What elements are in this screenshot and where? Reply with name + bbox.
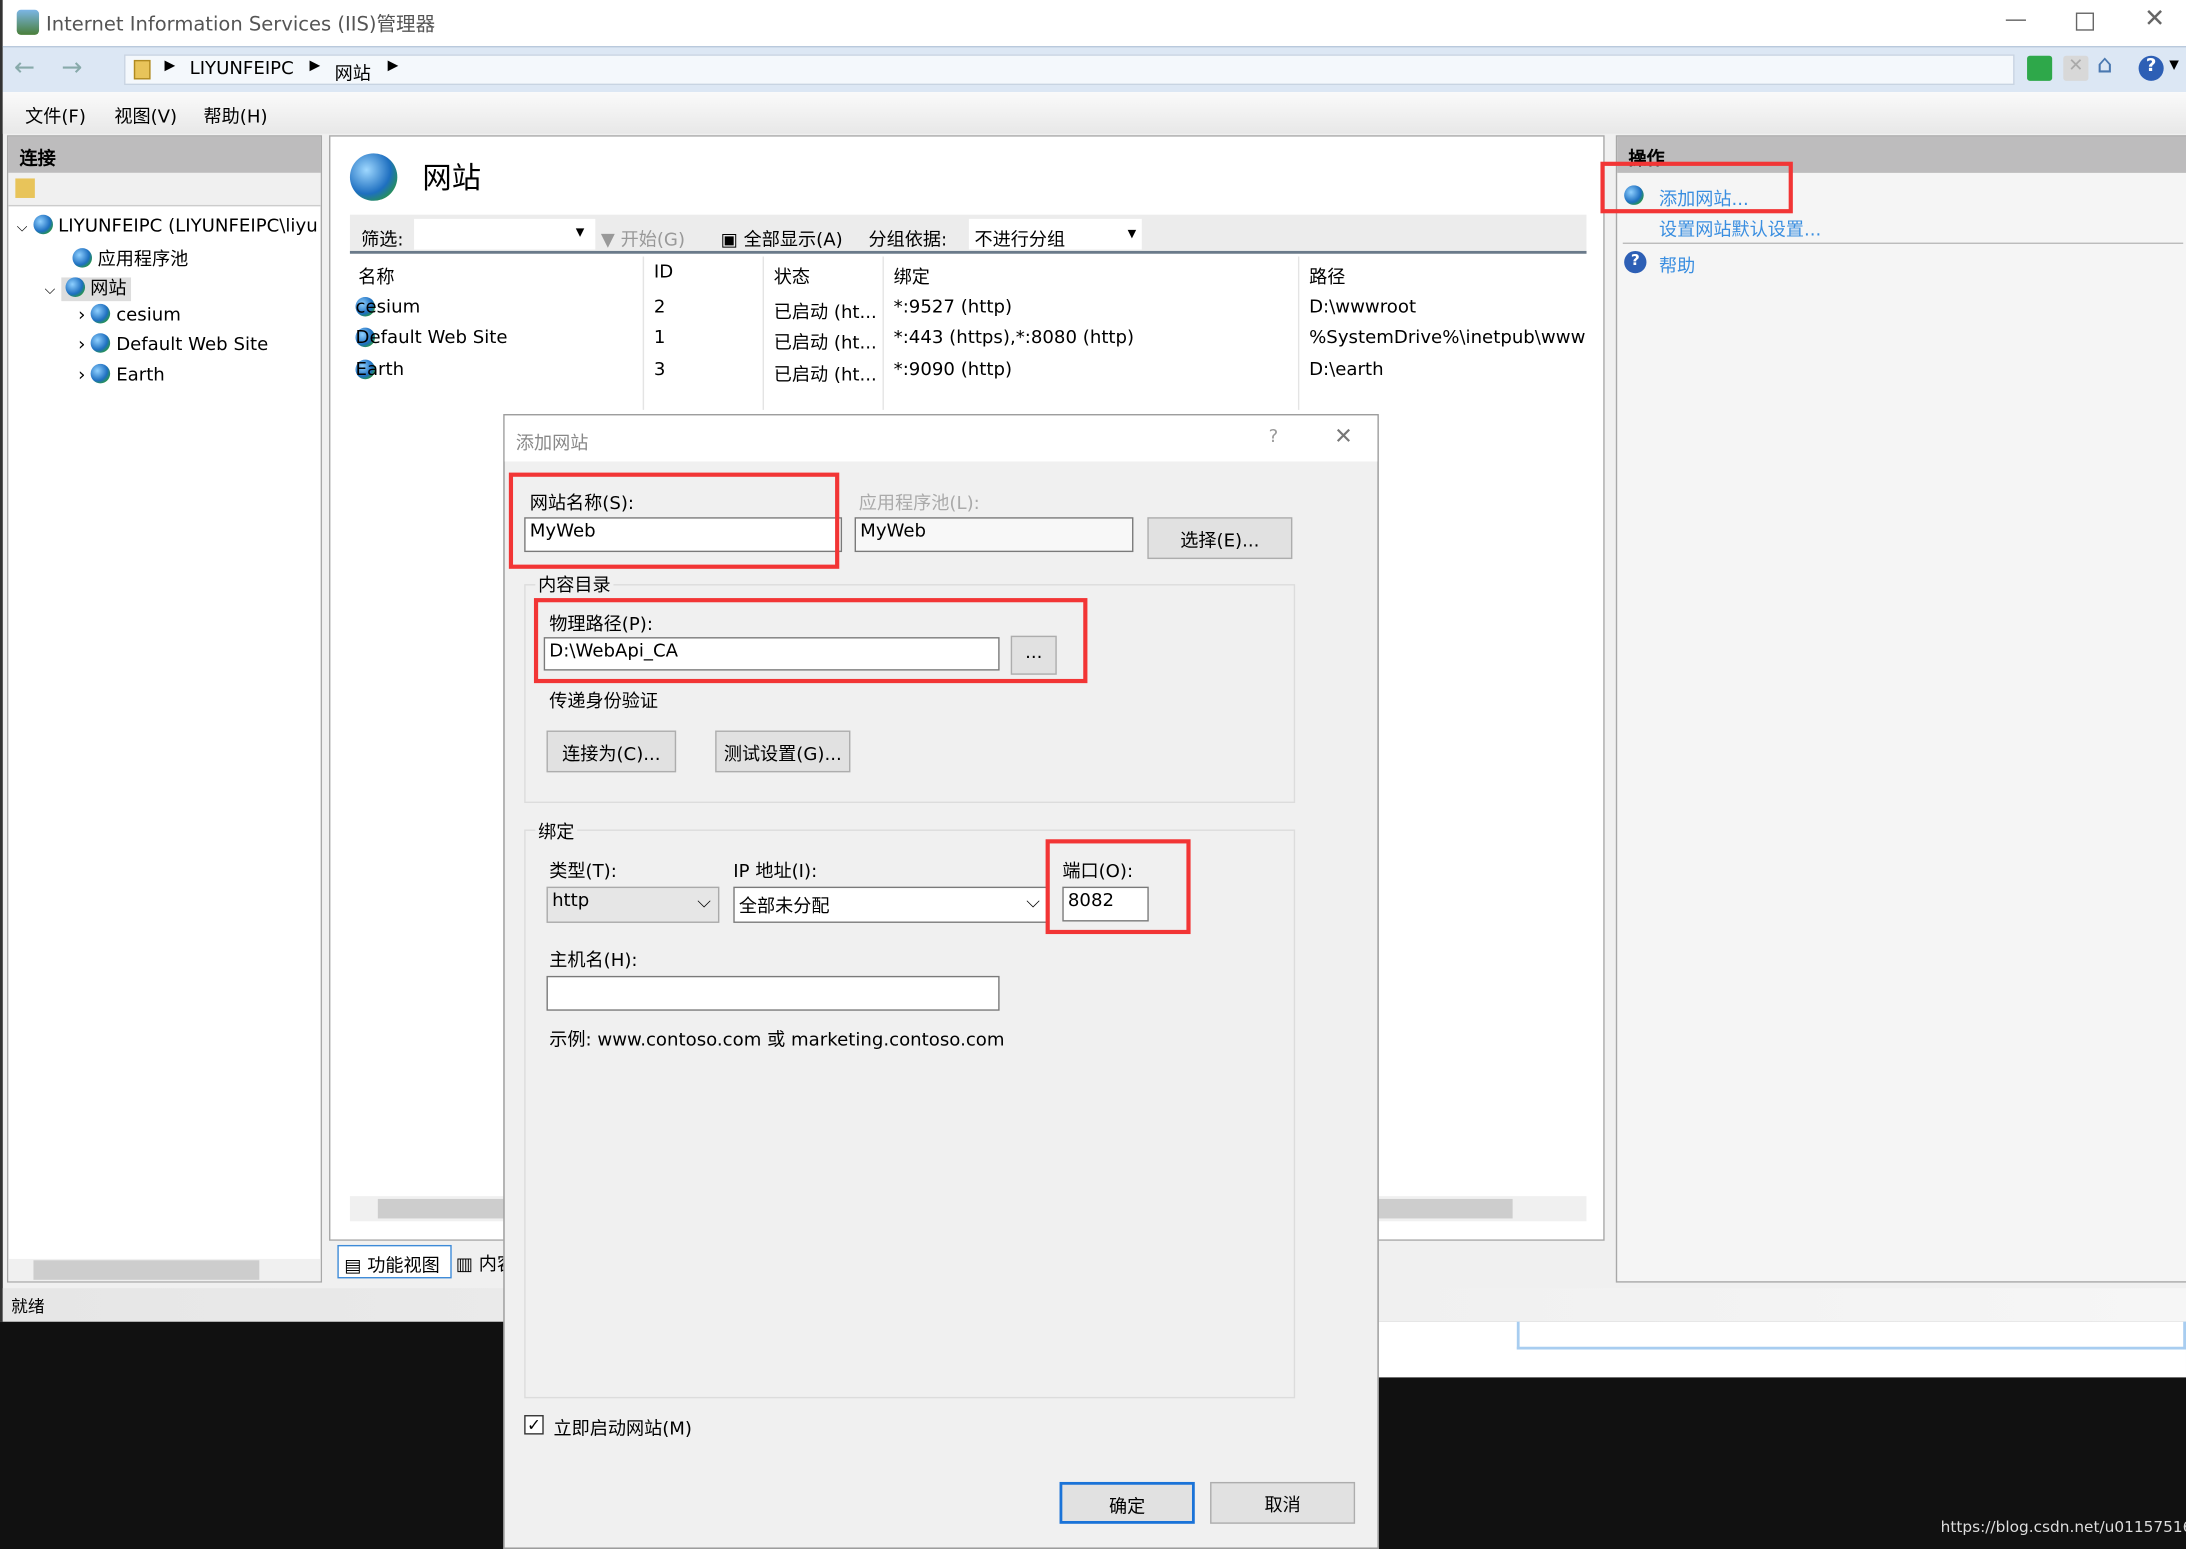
app-pool-label: 应用程序池(L):	[858, 493, 980, 515]
actions-panel: 操作 添加网站... 设置网站默认设置... ? 帮助	[1615, 135, 2186, 1283]
tree-node-app-pools[interactable]: 应用程序池	[72, 244, 188, 270]
host-name-input[interactable]	[546, 975, 1000, 1011]
watermark: https://blog.csdn.net/u011575168	[1940, 1518, 2186, 1537]
filter-toolbar: 筛选: ▼ ▼ 开始(G) ▣ 全部显示(A) 分组依据: 不进行分组 ▼	[349, 214, 1587, 254]
horizontal-scrollbar[interactable]	[8, 1258, 321, 1282]
tree-node-server[interactable]: ⌵ LIYUNFEIPC (LIYUNFEIPC\liyu	[17, 214, 318, 237]
dialog-title-bar: 添加网站 ? ✕	[504, 415, 1378, 462]
dialog-title: 添加网站	[515, 433, 589, 455]
iis-icon	[16, 9, 40, 35]
start-immediately-label[interactable]: 立即启动网站(M)	[553, 1414, 692, 1440]
start-immediately-checkbox[interactable]: ✓	[524, 1415, 544, 1435]
cancel-button[interactable]: 取消	[1210, 1481, 1356, 1524]
tree-node-site[interactable]: › cesium	[78, 303, 181, 326]
back-button[interactable]: ←	[14, 53, 35, 82]
connections-title: 连接	[8, 136, 321, 173]
page-title: 网站	[422, 161, 481, 196]
pass-through-auth-label: 传递身份验证	[549, 691, 659, 713]
breadcrumb-item[interactable]: LIYUNFEIPC	[190, 59, 294, 80]
ip-address-select[interactable]: 全部未分配 ⌵	[733, 886, 1049, 923]
highlight-box	[1600, 161, 1793, 214]
column-header-path[interactable]: 路径	[1309, 262, 1345, 289]
host-example-text: 示例: www.contoso.com 或 marketing.contoso.…	[549, 1030, 1005, 1052]
app-pool-input: MyWeb	[854, 517, 1134, 553]
host-name-label: 主机名(H):	[549, 950, 638, 972]
select-app-pool-button[interactable]: 选择(E)...	[1147, 517, 1293, 560]
highlight-box	[1045, 839, 1191, 935]
tree-node-sites[interactable]: ⌵ 网站	[45, 273, 131, 302]
breadcrumb-item[interactable]: 网站	[335, 59, 371, 85]
title-bar: Internet Information Services (IIS)管理器 —…	[2, 0, 2186, 47]
close-button[interactable]: ✕	[2144, 4, 2165, 33]
menu-help[interactable]: 帮助(H)	[204, 102, 268, 128]
chevron-down-icon[interactable]: ▼	[576, 226, 585, 239]
menu-bar: 文件(F) 视图(V) 帮助(H)	[2, 92, 2186, 134]
sites-icon	[349, 153, 398, 201]
show-all-button[interactable]: ▣ 全部显示(A)	[721, 224, 843, 251]
column-header-id[interactable]: ID	[654, 262, 673, 283]
column-header-status[interactable]: 状态	[774, 262, 810, 289]
connect-icon[interactable]	[15, 178, 35, 198]
site-defaults-link[interactable]: 设置网站默认设置...	[1659, 215, 1821, 241]
tree-node-site[interactable]: › Earth	[78, 363, 165, 386]
menu-view[interactable]: 视图(V)	[114, 102, 177, 128]
connections-panel: 连接 ⌵ LIYUNFEIPC (LIYUNFEIPC\liyu 应用程序池 ⌵…	[6, 135, 323, 1283]
highlight-box	[533, 598, 1088, 684]
forward-button[interactable]: →	[61, 53, 82, 82]
help-icon: ?	[1624, 250, 1647, 274]
content-directory-label: 内容目录	[535, 570, 614, 597]
dialog-help-button[interactable]: ?	[1269, 427, 1279, 448]
filter-label: 筛选:	[361, 230, 404, 251]
background-window	[1377, 1321, 2186, 1378]
type-select[interactable]: http ⌵	[546, 886, 720, 923]
tab-content-view[interactable]: ▥ 内容视图	[456, 1249, 506, 1276]
connect-as-button[interactable]: 连接为(C)...	[546, 730, 677, 773]
dialog-close-button[interactable]: ✕	[1334, 422, 1353, 448]
minimize-button[interactable]: —	[2005, 6, 2027, 32]
start-filter-button[interactable]: ▼ 开始(G)	[601, 224, 685, 251]
type-label: 类型(T):	[549, 861, 617, 883]
stop-icon[interactable]: ✕	[2063, 55, 2089, 81]
group-by-label: 分组依据:	[868, 230, 948, 251]
tree-node-site[interactable]: › Default Web Site	[78, 333, 268, 356]
add-website-dialog: 添加网站 ? ✕ 网站名称(S): MyWeb 应用程序池(L): MyWeb …	[503, 414, 1379, 1549]
tab-features-view[interactable]: ▤ 功能视图	[337, 1244, 452, 1279]
test-settings-button[interactable]: 测试设置(G)...	[715, 730, 851, 773]
home-icon[interactable]: ⌂	[2097, 50, 2113, 79]
address-bar: ← → ▶ LIYUNFEIPC ▶ 网站 ▶ ✕ ⌂ ? ▼	[2, 46, 2186, 93]
breadcrumb[interactable]: ▶ LIYUNFEIPC ▶ 网站 ▶	[124, 54, 2015, 86]
ip-address-label: IP 地址(I):	[733, 861, 818, 883]
refresh-icon[interactable]	[2027, 55, 2053, 81]
column-header-name[interactable]: 名称	[358, 262, 394, 289]
window-title: Internet Information Services (IIS)管理器	[46, 13, 436, 37]
ok-button[interactable]: 确定	[1059, 1481, 1195, 1524]
filter-input[interactable]	[414, 218, 596, 250]
highlight-box	[508, 472, 840, 569]
column-header-binding[interactable]: 绑定	[894, 262, 930, 289]
maximize-button[interactable]	[2075, 12, 2094, 31]
binding-label: 绑定	[535, 816, 578, 844]
help-link[interactable]: 帮助	[1659, 251, 1695, 278]
help-icon[interactable]: ?	[2138, 55, 2164, 81]
menu-file[interactable]: 文件(F)	[25, 102, 86, 128]
status-text: 就绪	[11, 1296, 45, 1317]
folder-icon	[133, 59, 151, 80]
group-by-select[interactable]: 不进行分组 ▼	[968, 218, 1142, 251]
chevron-down-icon[interactable]: ▼	[2169, 59, 2179, 73]
